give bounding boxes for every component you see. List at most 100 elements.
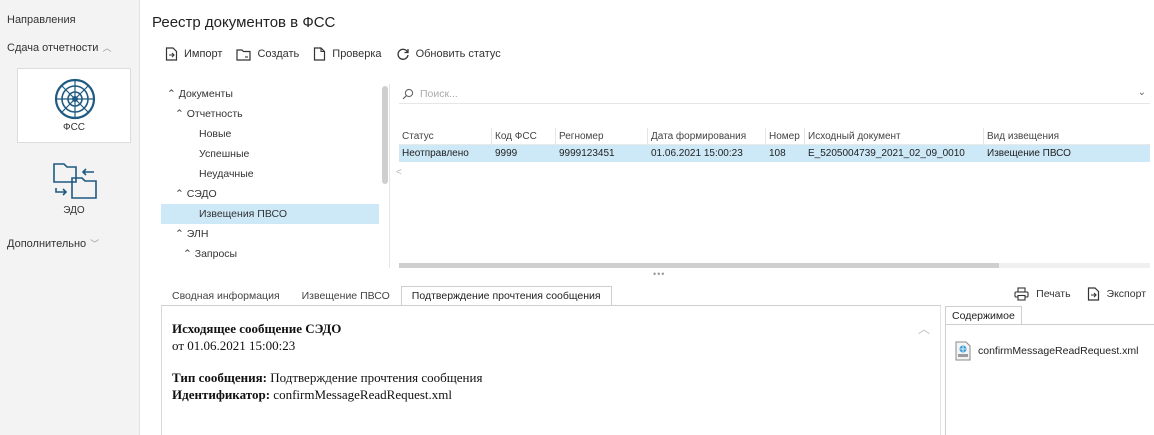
message-type-label: Тип сообщения: — [172, 370, 267, 385]
column-header[interactable]: Вид извещения — [984, 128, 1150, 144]
tree-node-eln[interactable]: ⌃ ЭЛН — [161, 224, 379, 244]
tree-node-label: Отчетность — [186, 108, 243, 120]
expand-chevron-icon[interactable]: ⌃ — [167, 88, 176, 100]
tree-node-documents[interactable]: ⌃ Документы — [161, 84, 379, 104]
refresh-status-button[interactable]: Обновить статус — [396, 47, 501, 61]
export-label: Экспорт — [1106, 288, 1146, 300]
tree-scrollbar[interactable] — [382, 86, 388, 184]
expand-chevron-icon[interactable]: ⌃ — [175, 188, 184, 200]
search-bar: ⌄ — [399, 84, 1150, 104]
fss-emblem-icon — [54, 78, 96, 120]
tile-fss[interactable]: ФСС — [17, 68, 131, 143]
splitter-grip-icon[interactable]: ••• — [653, 269, 665, 279]
table-cell: 9999123451 — [559, 148, 615, 159]
import-button[interactable]: Импорт — [165, 47, 222, 61]
file-name: confirmMessageReadRequest.xml — [978, 345, 1139, 357]
import-icon — [165, 47, 178, 61]
tree-node-label: Извещения ПВСО — [199, 208, 288, 220]
table-horizontal-scrollbar[interactable] — [399, 263, 1150, 268]
column-header[interactable]: Дата формирования — [648, 128, 766, 144]
scrollbar-thumb[interactable] — [399, 263, 999, 268]
tree-node-failed[interactable]: Неудачные — [161, 164, 379, 184]
tree-node-label: ЭЛН — [186, 228, 209, 240]
export-icon — [1087, 287, 1099, 301]
tree-node-successful[interactable]: Успешные — [161, 144, 379, 164]
expand-chevron-icon[interactable]: ⌃ — [175, 108, 184, 120]
tree-node-pvso-notices[interactable]: Извещения ПВСО — [161, 204, 379, 224]
message-type-value: Подтверждение прочтения сообщения — [270, 370, 483, 385]
message-date: от 01.06.2021 15:00:23 — [172, 338, 296, 353]
collapse-left-icon[interactable]: < — [396, 167, 402, 178]
nav-submit-reports[interactable]: Сдача отчетности ︿ — [7, 41, 111, 54]
refresh-status-label: Обновить статус — [415, 48, 501, 60]
chevron-down-icon[interactable]: ⌄ — [1138, 87, 1146, 98]
folder-tree: ⌃ Документы ⌃ Отчетность Новые Успешные … — [161, 84, 390, 268]
tab-read-confirmation[interactable]: Подтверждение прочтения сообщения — [400, 286, 612, 306]
search-icon — [402, 88, 414, 99]
tree-node-label: Запросы — [194, 248, 238, 260]
table-cell: Неотправлено — [402, 148, 469, 159]
tree-node-label: Успешные — [199, 148, 250, 160]
message-heading: Исходящее сообщение СЭДО — [172, 321, 342, 336]
folders-exchange-icon — [53, 163, 97, 199]
tree-node-label: Документы — [178, 88, 233, 100]
nav-directions-link[interactable]: Направления — [7, 14, 76, 26]
column-header[interactable]: Номер — [766, 128, 805, 144]
column-header[interactable]: Статус — [399, 128, 492, 144]
nav-additional[interactable]: Дополнительно ﹀ — [7, 237, 99, 250]
table-row[interactable]: Неотправлено 9999 9999123451 01.06.2021 … — [399, 145, 1150, 162]
table-cell: 01.06.2021 15:00:23 — [651, 148, 743, 159]
chevron-up-icon: ︿ — [102, 43, 112, 53]
table-cell: 108 — [769, 148, 786, 159]
expand-chevron-icon[interactable]: ⌃ — [175, 228, 184, 240]
page-title: Реестр документов в ФСС — [152, 14, 336, 31]
refresh-icon — [397, 48, 409, 60]
tab-contents[interactable]: Содержимое — [945, 306, 1022, 325]
printer-icon — [1014, 287, 1029, 301]
tree-node-reporting[interactable]: ⌃ Отчетность — [161, 104, 379, 124]
table-cell: 9999 — [495, 148, 518, 159]
check-button[interactable]: Проверка — [313, 47, 382, 61]
tree-node-label: СЭДО — [186, 188, 217, 200]
tree-node-label: Неудачные — [199, 168, 254, 180]
detail-actions: Печать Экспорт — [998, 287, 1146, 301]
nav-additional-label: Дополнительно — [7, 238, 87, 250]
table-cell: Извещение ПВСО — [987, 148, 1071, 159]
tree-node-requests[interactable]: ⌃ Запросы — [161, 244, 379, 264]
folder-create-icon — [236, 48, 252, 61]
tab-pvso-notice[interactable]: Извещение ПВСО — [291, 286, 401, 306]
expand-chevron-icon[interactable]: ⌃ — [183, 248, 192, 260]
nav-submit-reports-label: Сдача отчетности — [7, 42, 99, 54]
chevron-down-icon: ﹀ — [90, 239, 100, 249]
tile-edo[interactable]: ЭДО — [17, 150, 131, 225]
xml-file-icon — [955, 341, 971, 361]
check-label: Проверка — [332, 48, 382, 60]
message-id-value: confirmMessageReadRequest.xml — [273, 387, 453, 402]
create-button[interactable]: Создать — [236, 48, 299, 61]
print-label: Печать — [1036, 288, 1071, 300]
print-button[interactable]: Печать — [1014, 287, 1071, 301]
table-cell: E_5205004739_2021_02_09_0010 — [808, 148, 965, 159]
table-header: Статус Код ФСС Регномер Дата формировани… — [399, 128, 1150, 145]
tree-node-sedo[interactable]: ⌃ СЭДО — [161, 184, 379, 204]
contents-panel: confirmMessageReadRequest.xml — [945, 324, 1154, 435]
message-preview: Исходящее сообщение СЭДО от 01.06.2021 1… — [161, 306, 941, 435]
left-navigation: Направления Сдача отчетности ︿ ФСС ЭДО До… — [0, 0, 140, 435]
document-check-icon — [314, 47, 326, 61]
column-header[interactable]: Код ФСС — [492, 128, 556, 144]
toolbar: Импорт Создать Проверка Обновить статус — [165, 45, 515, 63]
tab-summary[interactable]: Сводная информация — [161, 286, 291, 306]
tile-fss-label: ФСС — [62, 122, 86, 133]
tree-node-new[interactable]: Новые — [161, 124, 379, 144]
tile-edo-label: ЭДО — [63, 205, 85, 216]
create-label: Создать — [257, 48, 300, 60]
search-input[interactable] — [420, 87, 1100, 100]
message-id-label: Идентификатор: — [172, 387, 271, 402]
column-header[interactable]: Регномер — [556, 128, 648, 144]
column-header[interactable]: Исходный документ — [805, 128, 984, 144]
scroll-up-icon[interactable]: ︿ — [918, 320, 930, 337]
detail-tabs: Сводная информация Извещение ПВСО Подтве… — [161, 286, 612, 306]
tree-node-label: Новые — [199, 128, 232, 140]
file-item[interactable]: confirmMessageReadRequest.xml — [954, 341, 1138, 361]
export-button[interactable]: Экспорт — [1087, 287, 1146, 301]
